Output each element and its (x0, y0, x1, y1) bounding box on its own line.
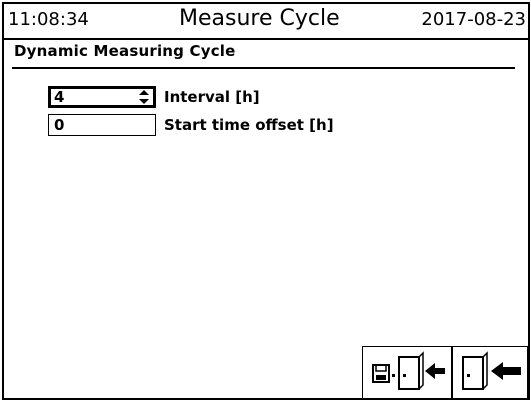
start-offset-label: Start time offset [h] (164, 116, 334, 134)
device-screen: 11:08:34 Measure Cycle 2017-08-23 Dynami… (0, 0, 531, 403)
save-and-exit-button[interactable] (362, 346, 452, 398)
interval-label: Interval [h] (164, 88, 260, 106)
section-divider (12, 67, 515, 69)
current-date: 2017-08-23 (421, 9, 526, 30)
page-title: Measure Cycle (179, 6, 340, 31)
header-bar: 11:08:34 Measure Cycle 2017-08-23 (4, 4, 528, 34)
header-divider (4, 38, 528, 40)
screen-frame: 11:08:34 Measure Cycle 2017-08-23 Dynami… (2, 2, 530, 400)
interval-value: 4 (54, 88, 65, 106)
up-down-arrows-icon[interactable] (138, 89, 150, 110)
clock-time: 11:08:34 (8, 9, 89, 30)
interval-input[interactable]: 4 (48, 86, 156, 108)
start-offset-value: 0 (54, 116, 65, 134)
start-offset-input[interactable]: 0 (48, 114, 156, 136)
action-button-bar (362, 346, 528, 398)
section-title: Dynamic Measuring Cycle (14, 42, 236, 60)
exit-button[interactable] (452, 346, 528, 398)
